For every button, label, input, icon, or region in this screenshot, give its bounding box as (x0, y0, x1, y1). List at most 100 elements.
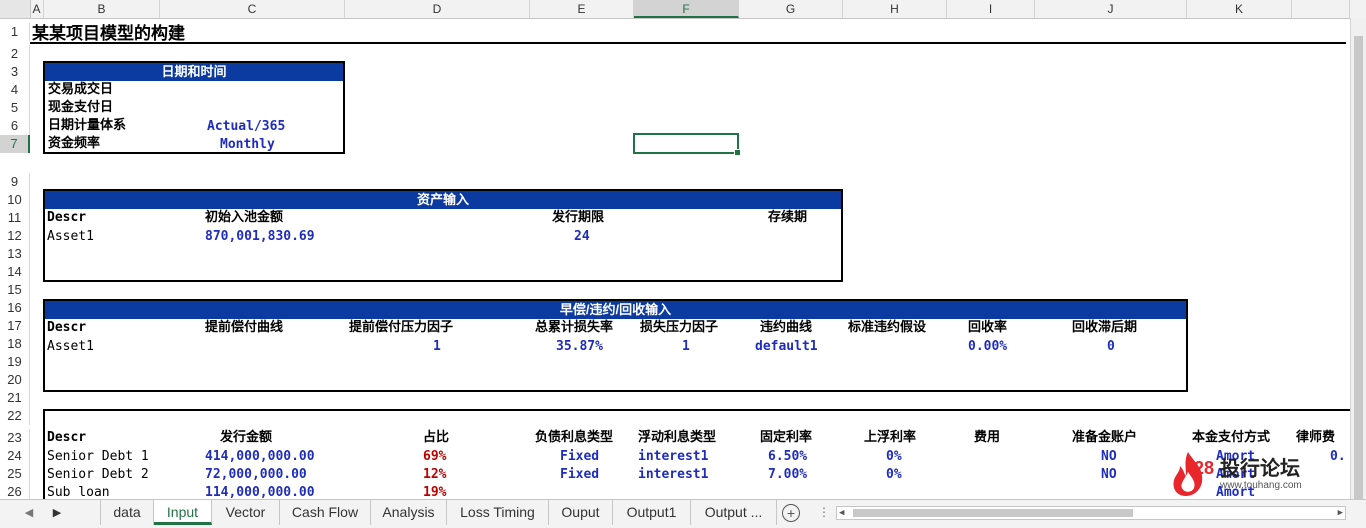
column-header-h[interactable]: H (843, 0, 947, 18)
row-header-4[interactable]: 4 (0, 81, 30, 99)
liab-row-1-rate-type[interactable]: Fixed (560, 448, 599, 466)
row-header-25[interactable]: 25 (0, 465, 30, 483)
tab-output1[interactable]: Output1 (613, 500, 691, 525)
column-header-g[interactable]: G (739, 0, 843, 18)
tab-data[interactable]: data (100, 500, 154, 525)
liab-row-1-reserve[interactable]: NO (1101, 448, 1117, 466)
row-header-18[interactable]: 18 (0, 335, 30, 353)
liability-output-header: 负债输出 (1025, 412, 1078, 427)
liab-row-2-reserve[interactable]: NO (1101, 466, 1117, 484)
tab-scroll-left-icon[interactable]: ◀ (20, 504, 38, 522)
row-header-24[interactable]: 24 (0, 447, 30, 465)
row-header-1[interactable]: 1 (0, 23, 30, 41)
loss-stress-value[interactable]: 1 (682, 338, 690, 356)
recovery-lag-value[interactable]: 0 (1107, 338, 1115, 356)
row-header-19[interactable]: 19 (0, 353, 30, 371)
liab-row-2-float-type[interactable]: interest1 (638, 466, 708, 484)
liab-row-2-fixed-rate[interactable]: 7.00% (768, 466, 807, 484)
column-header-j[interactable]: J (1035, 0, 1187, 18)
row-header-20[interactable]: 20 (0, 371, 30, 389)
prepay-stress-value[interactable]: 1 (433, 338, 441, 356)
column-header-e[interactable]: E (530, 0, 634, 18)
column-header-a[interactable]: A (30, 0, 44, 18)
liab-row-2-amount[interactable]: 72,000,000.00 (205, 466, 307, 484)
asset-descr-value[interactable]: Asset1 (47, 228, 94, 246)
row-header-14[interactable]: 14 (0, 263, 30, 281)
row-header-6[interactable]: 6 (0, 117, 30, 135)
liab-row-2-spread[interactable]: 0% (886, 466, 902, 484)
trade-date-label: 交易成交日 (48, 82, 114, 97)
vertical-scrollbar[interactable] (1350, 18, 1366, 506)
default-curve-value[interactable]: default1 (755, 338, 818, 356)
tab-split-handle[interactable]: ⋮ (818, 504, 830, 520)
row-header-12[interactable]: 12 (0, 227, 30, 245)
tab-analysis[interactable]: Analysis (371, 500, 447, 525)
row-header-2[interactable]: 2 (0, 45, 30, 63)
row-header-5[interactable]: 5 (0, 99, 30, 117)
recovery-value[interactable]: 0.00% (968, 338, 1007, 356)
asset-term-value[interactable]: 24 (574, 228, 590, 246)
watermark-url: www.touhang.com (1220, 480, 1302, 491)
tab-input[interactable]: Input (154, 500, 212, 525)
prepay-descr-value[interactable]: Asset1 (47, 338, 94, 356)
liab-row-1-spread[interactable]: 0% (886, 448, 902, 466)
asset-pool-value[interactable]: 870,001,830.69 (205, 228, 315, 246)
row-header-16[interactable]: 16 (0, 299, 30, 317)
prepay-descr-header: Descr (47, 320, 87, 335)
liab-row-1-fixed-rate[interactable]: 6.50% (768, 448, 807, 466)
liab-row-2-rate-type[interactable]: Fixed (560, 466, 599, 484)
horizontal-scrollbar[interactable]: ◀ ▶ (836, 506, 1346, 520)
asset-term-header: 发行期限 (552, 210, 605, 225)
tab-output-more[interactable]: Output ... (691, 500, 777, 525)
column-header-f[interactable]: F (634, 0, 739, 18)
tab-loss-timing[interactable]: Loss Timing (447, 500, 549, 525)
row-header-3[interactable]: 3 (0, 63, 30, 81)
column-header-c[interactable]: C (160, 0, 345, 18)
row-header-13[interactable]: 13 (0, 245, 30, 263)
liab-spread-header: 上浮利率 (864, 430, 917, 445)
row-header-22[interactable]: 22 (0, 407, 30, 425)
hscroll-left-icon[interactable]: ◀ (839, 507, 844, 519)
column-header-k[interactable]: K (1187, 0, 1292, 18)
liab-row-2-descr[interactable]: Senior Debt 2 (47, 466, 149, 484)
row-header-15[interactable]: 15 (0, 281, 30, 299)
row-header-7[interactable]: 7 (0, 135, 30, 153)
row-header-23[interactable]: 23 (0, 429, 30, 447)
liab-amount-header: 发行金额 (220, 430, 273, 445)
row-header-11[interactable]: 11 (0, 209, 30, 227)
asset-descr-header: Descr (47, 210, 87, 225)
watermark-logo: 28 投行论坛 www.touhang.com (1168, 450, 1344, 498)
asset-pool-header: 初始入池金额 (205, 210, 284, 225)
frequency-value[interactable]: Monthly (220, 136, 275, 154)
tab-ouput[interactable]: Ouput (549, 500, 613, 525)
prepay-curve-header: 提前偿付曲线 (205, 320, 284, 335)
liab-row-1-float-type[interactable]: interest1 (638, 448, 708, 466)
datetime-header: 日期和时间 (45, 63, 343, 81)
tab-cash-flow[interactable]: Cash Flow (280, 500, 371, 525)
row-header-10[interactable]: 10 (0, 191, 30, 209)
row-header-21[interactable]: 21 (0, 389, 30, 407)
hscroll-right-icon[interactable]: ▶ (1338, 507, 1343, 519)
column-header-l[interactable] (1292, 0, 1350, 18)
row-header-17[interactable]: 17 (0, 317, 30, 335)
horizontal-scroll-thumb[interactable] (853, 509, 1133, 517)
cash-pay-date-label: 现金支付日 (48, 100, 114, 115)
selected-cell-f7[interactable] (633, 133, 741, 156)
select-all-corner[interactable] (0, 0, 31, 18)
liab-principal-header: 本金支付方式 (1192, 430, 1271, 445)
add-sheet-icon[interactable]: + (782, 504, 800, 522)
tab-scroll-right-icon[interactable]: ▶ (48, 504, 66, 522)
column-header-d[interactable]: D (345, 0, 530, 18)
liab-row-1-amount[interactable]: 414,000,000.00 (205, 448, 315, 466)
column-header-b[interactable]: B (44, 0, 160, 18)
liab-row-1-pct[interactable]: 69% (423, 448, 446, 466)
liab-row-1-descr[interactable]: Senior Debt 1 (47, 448, 149, 466)
cumloss-value[interactable]: 35.87% (556, 338, 603, 356)
column-header-i[interactable]: I (947, 0, 1035, 18)
vertical-scroll-thumb[interactable] (1354, 36, 1363, 506)
liab-row-2-pct[interactable]: 12% (423, 466, 446, 484)
title-underline (30, 42, 1346, 44)
tab-vector[interactable]: Vector (212, 500, 280, 525)
day-count-value[interactable]: Actual/365 (207, 118, 285, 136)
row-header-9[interactable]: 9 (0, 173, 30, 191)
